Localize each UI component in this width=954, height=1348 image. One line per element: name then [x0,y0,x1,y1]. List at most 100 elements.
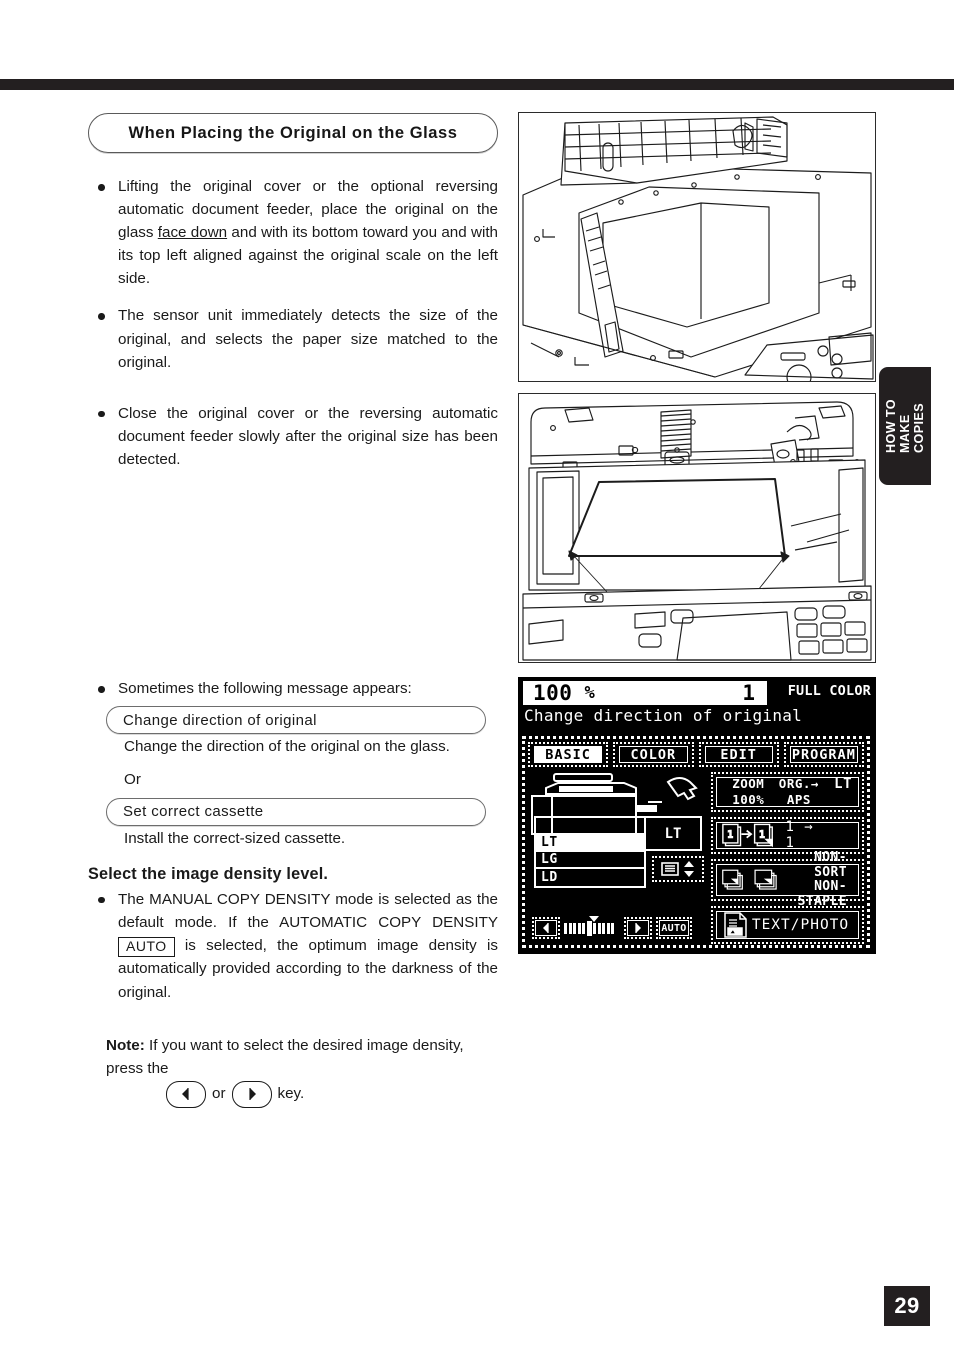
note-second-line: or key. [160,1080,498,1108]
note-text-a: If you want to select the desired image … [106,1036,464,1078]
density-scale[interactable] [564,916,620,939]
lcd-message-capsule-set-cassette: Set correct cassette [106,797,486,826]
density-tick [568,922,572,934]
note-text-b: key. [277,1085,305,1103]
density-tick [564,922,567,934]
finisher-mode-button[interactable]: NON-SORT NON-STAPLE [711,850,864,909]
density-tick [602,922,605,934]
page-number-text: 29 [894,1293,920,1318]
darker-density-key-icon [231,1080,272,1108]
message-change-direction-description: Change the direction of the original on … [124,738,450,756]
note-or-connector: or [212,1085,226,1103]
list-item: The sensor unit immediately detects the … [88,304,498,373]
list-item: Lifting the original cover or the option… [88,175,498,290]
copier-lcd-panel[interactable]: 100 % 1 FULL COLOR Change direction of o… [518,677,876,954]
density-darker-button[interactable] [624,917,652,939]
density-tick [582,922,585,934]
section-heading-pill: When Placing the Original on the Glass [88,113,498,153]
chapter-thumb-tab: HOW TO MAKE COPIES [879,367,931,485]
svg-text:1: 1 [759,830,765,841]
lcd-zoom-value: 100 [533,681,573,705]
zoom-group: ZOOM 100% [723,776,774,807]
note-first-line: Note: If you want to select the desired … [106,1034,498,1081]
tab-edit[interactable]: EDIT [698,742,779,767]
duplex-mode-button[interactable]: 1 1 1 → 1 [711,816,864,855]
aps-label: APS [786,791,811,807]
figure-alignment-spacer [88,485,498,677]
cassette-row-empty[interactable] [536,818,644,835]
original-to-paper-group: ORG.→ APS [774,776,825,807]
tab-edit-label: EDIT [704,746,773,763]
tab-basic-label: BASIC [534,746,603,763]
cassette-row-lg[interactable]: LG [536,852,644,869]
zoom-button-content: ZOOM 100% ORG.→ APS LT [717,776,858,807]
lcd-copy-count: 1 [742,681,755,705]
chapter-tab-line-3: COPIES [912,402,927,453]
density-tick [606,922,610,934]
placing-original-bullet-list: Lifting the original cover or the option… [88,175,498,374]
chapter-thumb-tab-label: HOW TO MAKE COPIES [884,399,926,453]
lcd-zoom-and-count-bar: 100 % 1 [523,681,767,705]
lighter-density-key-icon [166,1080,206,1108]
lcd-status-header: 100 % 1 FULL COLOR Change direction of o… [519,678,875,734]
density-pointer-icon [589,916,599,922]
original-mode-button[interactable]: TEXT/PHOTO [711,906,864,945]
note-label: Note: [106,1036,145,1054]
zoom-label: ZOOM [732,776,765,792]
message-set-cassette-description: Install the correct-sized cassette. [124,829,346,847]
density-tick [597,922,601,934]
closing-cover-bullet-list: Close the original cover or the reversin… [88,402,498,471]
density-note: Note: If you want to select the desired … [88,1034,498,1108]
tab-basic[interactable]: BASIC [528,742,609,767]
tab-program-label: PROGRAM [789,746,858,763]
density-tick [577,922,581,934]
non-sort-stack-icon [722,869,777,890]
list-item: Close the original cover or the reversin… [88,402,498,471]
cassette-row-lt[interactable]: LT [536,835,644,852]
lcd-touch-area: BASIC COLOR EDIT PROGRAM LT LG LD LT AUT… [522,736,870,948]
lcd-machine-graphic-area: LT LG LD LT AUTO [528,772,706,944]
chapter-tab-line-1: HOW TO [883,399,898,453]
current-paper-size-indicator: LT [646,816,702,851]
duplex-mode-label: 1 → 1 [785,819,814,852]
figure-cover-lifted-illustration [518,112,876,382]
cassette-row-ld[interactable]: LD [536,869,644,886]
tab-program[interactable]: PROGRAM [783,742,864,767]
simplex-to-simplex-icon: 1 1 [722,823,773,848]
list-item: Sometimes the following message appears: [88,677,498,700]
density-bullet-list: The MANUAL COPY DENSITY mode is selected… [88,888,498,1004]
density-section-heading: Select the image density level. [88,864,329,883]
cassette-list[interactable]: LT LG LD [534,816,646,888]
section-heading-text: When Placing the Original on the Glass [128,123,458,142]
density-lighter-button[interactable] [532,917,560,939]
lcd-setting-buttons-column: ZOOM 100% ORG.→ APS LT 1 1 1 → 1 NON-SOR… [711,772,864,945]
paper-stack-icon [661,862,679,876]
lcd-basic-tab-content: LT LG LD LT AUTO ZOOM 100% ORG.→ APS LT … [528,772,864,945]
message-or-connector: Or [124,770,141,788]
copy-density-control[interactable]: AUTO [532,914,704,942]
auto-density-button[interactable]: AUTO [656,917,692,939]
lcd-message-set-cassette-text: Set correct cassette [123,803,264,821]
cassette-selector[interactable]: LT LG LD LT [534,816,704,888]
finisher-label-line-2: NON-STAPLE [797,879,847,909]
finisher-mode-label: NON-SORT NON-STAPLE [785,850,847,909]
figure-original-aligned-illustration [518,393,876,663]
chapter-tab-line-2: MAKE [897,414,912,453]
zoom-ratio-value: 100% [732,791,765,807]
message-intro-list: Sometimes the following message appears: [88,677,498,700]
density-darker-icon [627,920,649,936]
text-photo-document-icon [724,912,747,938]
zoom-and-paper-button[interactable]: ZOOM 100% ORG.→ APS LT [711,772,864,812]
lcd-color-mode-label: FULL COLOR [787,683,871,699]
header-rule [0,79,954,90]
tab-color-label: COLOR [619,746,688,763]
selected-paper-label: LT [834,776,852,793]
density-tick [611,922,614,934]
original-size-label: ORG.→ [778,776,819,792]
tab-color[interactable]: COLOR [613,742,694,767]
auto-key-glyph: AUTO [118,936,175,958]
density-tick [593,922,596,934]
bypass-feed-button[interactable] [652,856,704,882]
lcd-status-message: Change direction of original [524,706,803,725]
lcd-percent-sign: % [584,683,595,703]
